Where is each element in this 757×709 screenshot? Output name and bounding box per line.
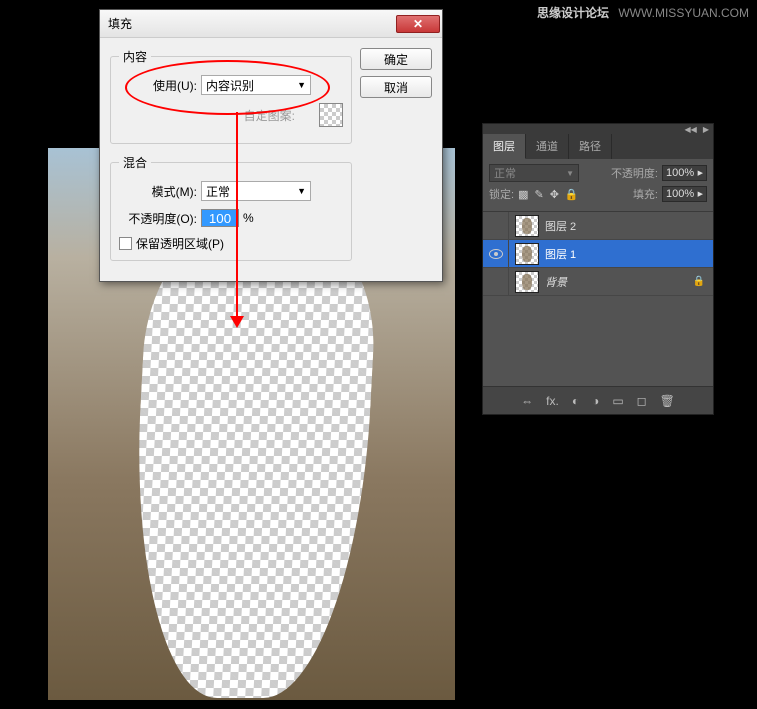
panel-opacity-label: 不透明度: bbox=[611, 165, 658, 181]
lock-icon: 🔒 bbox=[693, 276, 705, 287]
opacity-label: 不透明度(O): bbox=[119, 210, 197, 227]
fill-label: 填充: bbox=[633, 186, 658, 202]
lock-buttons: ▩ ✎ ✥ 🔒 bbox=[518, 188, 579, 201]
mode-label: 模式(M): bbox=[119, 183, 197, 200]
collapse-icon: ◀◀ bbox=[685, 125, 697, 134]
pattern-swatch[interactable] bbox=[319, 103, 343, 127]
link-layers-icon[interactable]: ⇔ bbox=[521, 394, 533, 408]
mode-dropdown[interactable]: 正常 ▼ bbox=[201, 181, 311, 201]
layer-name[interactable]: 背景 bbox=[545, 274, 693, 290]
trash-icon[interactable]: 🗑 bbox=[660, 394, 675, 408]
tab-channels[interactable]: 通道 bbox=[526, 134, 569, 159]
watermark: 思缘设计论坛 WWW.MISSYUAN.COM bbox=[537, 4, 749, 21]
lock-transparent-icon[interactable]: ▩ bbox=[518, 188, 528, 201]
blend-legend: 混合 bbox=[119, 154, 151, 171]
adjustment-icon[interactable]: ◑ bbox=[592, 394, 599, 408]
chevron-right-icon: ▶ bbox=[698, 169, 703, 177]
lock-paint-icon[interactable]: ✎ bbox=[534, 188, 543, 201]
annotation-arrow-line bbox=[236, 112, 238, 320]
use-dropdown[interactable]: 内容识别 ▼ bbox=[201, 75, 311, 95]
opacity-unit: % bbox=[243, 211, 254, 225]
pattern-label: 自定图案: bbox=[244, 107, 295, 124]
panel-tabs: 图层 通道 路径 bbox=[483, 134, 713, 159]
annotation-arrow-head bbox=[230, 316, 244, 328]
watermark-cn: 思缘设计论坛 bbox=[537, 6, 609, 20]
visibility-toggle[interactable] bbox=[483, 240, 509, 267]
content-fieldset: 内容 使用(U): 内容识别 ▼ 自定图案: bbox=[110, 48, 352, 144]
folder-icon[interactable]: ▭ bbox=[612, 394, 623, 408]
dialog-title: 填充 bbox=[108, 15, 396, 32]
fill-dialog: 填充 ✕ 内容 使用(U): 内容识别 ▼ 自定图案: 混合 bbox=[99, 9, 443, 282]
layers-panel: ◀◀ ▶ 图层 通道 路径 正常 ▼ 不透明度: 100%▶ 锁定: ▩ ✎ ✥… bbox=[482, 123, 714, 415]
fx-icon[interactable]: fx. bbox=[546, 394, 559, 408]
layer-list: 图层 2 图层 1 背景 🔒 bbox=[483, 212, 713, 386]
layer-thumbnail[interactable] bbox=[515, 243, 539, 265]
layer-name[interactable]: 图层 1 bbox=[545, 246, 713, 262]
content-legend: 内容 bbox=[119, 48, 151, 65]
use-label: 使用(U): bbox=[119, 77, 197, 94]
chevron-down-icon: ▼ bbox=[297, 186, 306, 196]
chevron-down-icon: ▼ bbox=[566, 169, 574, 178]
panel-collapse-bar[interactable]: ◀◀ ▶ bbox=[483, 124, 713, 134]
layer-name[interactable]: 图层 2 bbox=[545, 218, 713, 234]
visibility-toggle[interactable] bbox=[483, 268, 509, 295]
preserve-checkbox[interactable] bbox=[119, 237, 132, 250]
blend-fieldset: 混合 模式(M): 正常 ▼ 不透明度(O): % 保留透明区域(P) bbox=[110, 154, 352, 261]
blend-mode-dropdown[interactable]: 正常 ▼ bbox=[489, 164, 579, 182]
new-layer-icon[interactable]: ◻ bbox=[637, 394, 647, 408]
lock-position-icon[interactable]: ✥ bbox=[550, 188, 559, 201]
tab-layers[interactable]: 图层 bbox=[483, 134, 526, 159]
dialog-titlebar[interactable]: 填充 ✕ bbox=[100, 10, 442, 38]
close-button[interactable]: ✕ bbox=[396, 15, 440, 33]
fill-input[interactable]: 100%▶ bbox=[662, 186, 707, 202]
tab-paths[interactable]: 路径 bbox=[569, 134, 612, 159]
lock-all-icon[interactable]: 🔒 bbox=[565, 188, 579, 201]
layer-row[interactable]: 图层 2 bbox=[483, 212, 713, 240]
eye-icon bbox=[489, 249, 503, 259]
cancel-button[interactable]: 取消 bbox=[360, 76, 432, 98]
close-icon: ✕ bbox=[413, 17, 423, 31]
visibility-toggle[interactable] bbox=[483, 212, 509, 239]
mask-icon[interactable]: ◐ bbox=[572, 394, 579, 408]
layer-row[interactable]: 图层 1 bbox=[483, 240, 713, 268]
watermark-url: WWW.MISSYUAN.COM bbox=[618, 6, 749, 20]
opacity-input[interactable] bbox=[201, 209, 239, 227]
chevron-down-icon: ▼ bbox=[297, 80, 306, 90]
panel-opacity-input[interactable]: 100%▶ bbox=[662, 165, 707, 181]
flyout-icon: ▶ bbox=[703, 125, 709, 134]
panel-footer: ⇔ fx. ◐ ◑ ▭ ◻ 🗑 bbox=[483, 386, 713, 414]
layer-thumbnail[interactable] bbox=[515, 271, 539, 293]
lock-label: 锁定: bbox=[489, 186, 514, 202]
preserve-label: 保留透明区域(P) bbox=[136, 235, 224, 252]
chevron-right-icon: ▶ bbox=[698, 190, 703, 198]
ok-button[interactable]: 确定 bbox=[360, 48, 432, 70]
layer-thumbnail[interactable] bbox=[515, 215, 539, 237]
layer-row[interactable]: 背景 🔒 bbox=[483, 268, 713, 296]
